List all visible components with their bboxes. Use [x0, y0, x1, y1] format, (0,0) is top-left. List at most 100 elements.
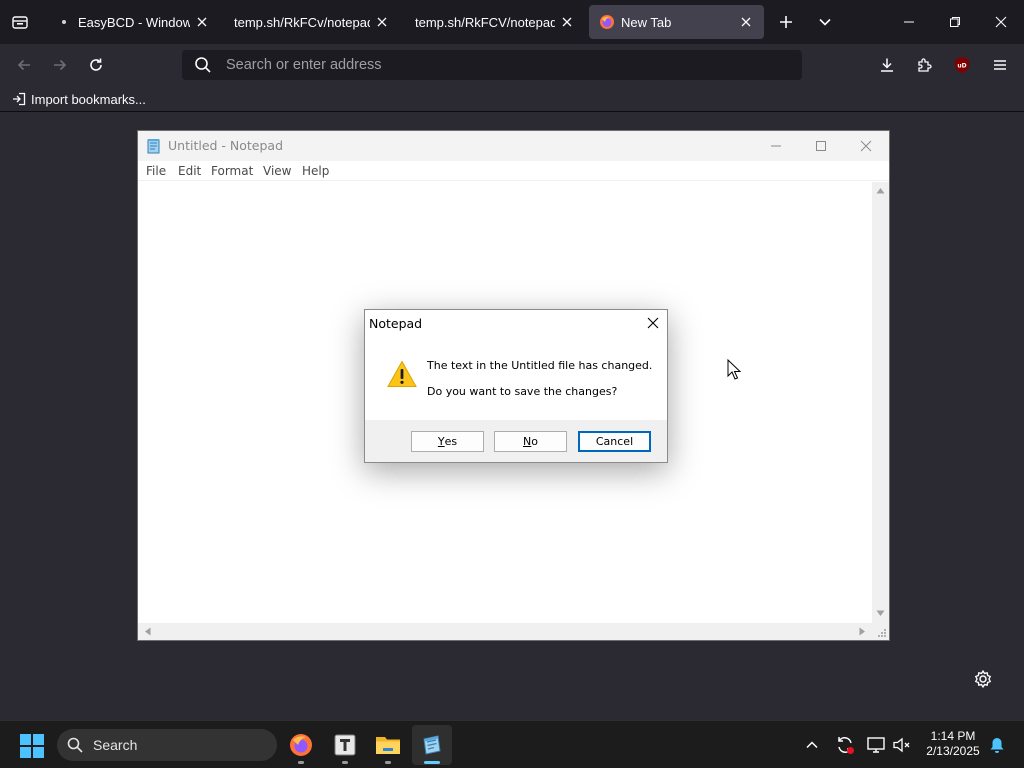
tab-list-button[interactable] [8, 10, 32, 34]
tab-temp-sh-1[interactable]: temp.sh/RkFCv/notepad.ex [224, 5, 400, 39]
notifications-button[interactable] [985, 733, 1009, 757]
close-window-button[interactable] [978, 0, 1024, 44]
svg-text:uD: uD [957, 63, 966, 70]
browser-titlebar: EasyBCD - Windows Bo temp.sh/RkFCv/notep… [0, 0, 1024, 44]
taskbar-typora[interactable] [325, 725, 365, 765]
taskbar-search[interactable]: Search [57, 729, 277, 761]
close-icon[interactable] [374, 14, 390, 30]
notepad-icon [147, 139, 160, 154]
tab-title: EasyBCD - Windows Bo [78, 14, 190, 30]
dialog-titlebar[interactable]: Notepad [365, 310, 667, 336]
list-all-tabs-button[interactable] [813, 10, 837, 34]
tray-network-button[interactable] [864, 733, 888, 757]
windows-start-icon[interactable] [19, 733, 45, 759]
scroll-down-icon[interactable] [876, 610, 885, 617]
scroll-right-icon[interactable] [859, 627, 866, 636]
taskbar-notepad[interactable] [412, 725, 452, 765]
download-icon [881, 58, 893, 72]
yes-button[interactable]: Yes [411, 431, 484, 452]
save-changes-dialog: Notepad The text in the Untitled file ha… [364, 309, 668, 463]
cancel-button[interactable]: Cancel [578, 431, 651, 452]
menu-format[interactable]: Format [211, 164, 253, 178]
dialog-close-button[interactable] [639, 310, 667, 336]
tab-list-icon [12, 16, 28, 29]
restore-button[interactable] [932, 0, 978, 44]
forward-button[interactable] [48, 53, 72, 77]
ublock-button[interactable]: uD [950, 53, 974, 77]
tray-sync-button[interactable] [833, 733, 857, 757]
menu-file[interactable]: File [146, 164, 166, 178]
hamburger-icon [994, 60, 1006, 70]
back-button[interactable] [12, 53, 36, 77]
menu-view[interactable]: View [263, 164, 291, 178]
firefox-icon [290, 734, 312, 756]
reload-button[interactable] [84, 53, 108, 77]
maximize-icon [816, 141, 826, 151]
notepad-titlebar[interactable]: Untitled - Notepad [138, 131, 889, 161]
tray-volume-button[interactable] [890, 733, 914, 757]
taskbar-file-explorer[interactable] [368, 725, 408, 765]
notepad-maximize-button[interactable] [798, 131, 844, 161]
vertical-scrollbar[interactable] [872, 182, 889, 624]
resize-grip-icon [878, 629, 886, 637]
notepad-menubar: File Edit Format View Help [138, 161, 889, 181]
notepad-icon [423, 735, 441, 755]
tab-temp-sh-2[interactable]: temp.sh/RkFCV/notepad.ex [405, 5, 585, 39]
bookmarks-toolbar: Import bookmarks... [0, 86, 1024, 112]
taskbar-search-label: Search [93, 737, 138, 753]
new-tab-button[interactable] [774, 10, 798, 34]
close-icon[interactable] [738, 14, 754, 30]
menu-help[interactable]: Help [302, 164, 329, 178]
notepad-minimize-button[interactable] [753, 131, 799, 161]
taskbar-clock[interactable]: 1:14 PM 2/13/2025 [918, 729, 988, 759]
running-indicator [298, 761, 304, 764]
reload-icon [90, 58, 102, 71]
restore-icon [950, 17, 960, 27]
no-label: o [531, 435, 538, 448]
taskbar-firefox[interactable] [281, 725, 321, 765]
puzzle-icon [918, 58, 932, 72]
sync-icon [838, 737, 854, 754]
close-icon[interactable] [559, 14, 575, 30]
extensions-button[interactable] [912, 53, 936, 77]
firefox-icon [599, 14, 615, 30]
cancel-label: Cancel [595, 435, 634, 448]
no-button[interactable]: No [494, 431, 567, 452]
volume-muted-icon [893, 737, 910, 753]
mouse-cursor-icon [727, 359, 741, 380]
generic-favicon-icon [56, 14, 72, 30]
plus-icon [780, 16, 792, 28]
tab-title: New Tab [621, 14, 672, 30]
app-menu-button[interactable] [988, 53, 1012, 77]
close-icon [647, 317, 659, 329]
clock-date: 2/13/2025 [926, 744, 980, 758]
import-bookmarks-link[interactable]: Import bookmarks... [12, 90, 146, 108]
minimize-icon [771, 145, 781, 147]
scroll-left-icon[interactable] [144, 627, 151, 636]
resize-grip[interactable] [872, 623, 889, 640]
downloads-button[interactable] [875, 53, 899, 77]
dialog-message-line1: The text in the Untitled file has change… [427, 359, 653, 372]
tab-title: temp.sh/RkFCV/notepad.ex [415, 14, 555, 30]
typora-icon [334, 734, 356, 756]
tab-easybcd[interactable]: EasyBCD - Windows Bo [46, 5, 220, 39]
menu-edit[interactable]: Edit [178, 164, 201, 178]
import-icon [13, 92, 26, 106]
search-icon [67, 737, 83, 753]
tab-new-tab[interactable]: New Tab [589, 5, 764, 39]
active-indicator [424, 761, 440, 764]
scroll-up-icon[interactable] [876, 187, 885, 194]
address-input[interactable] [226, 50, 786, 80]
horizontal-scrollbar[interactable] [138, 623, 872, 640]
show-hidden-icons-button[interactable] [800, 733, 824, 757]
import-bookmarks-label: Import bookmarks... [31, 91, 146, 107]
minimize-button[interactable] [886, 0, 932, 44]
running-indicator [342, 761, 348, 764]
network-icon [867, 737, 885, 753]
notepad-close-button[interactable] [843, 131, 889, 161]
address-bar[interactable] [182, 50, 802, 80]
folder-icon [376, 737, 400, 754]
gear-icon[interactable] [972, 668, 994, 690]
close-icon[interactable] [194, 14, 210, 30]
minimize-icon [904, 21, 914, 23]
